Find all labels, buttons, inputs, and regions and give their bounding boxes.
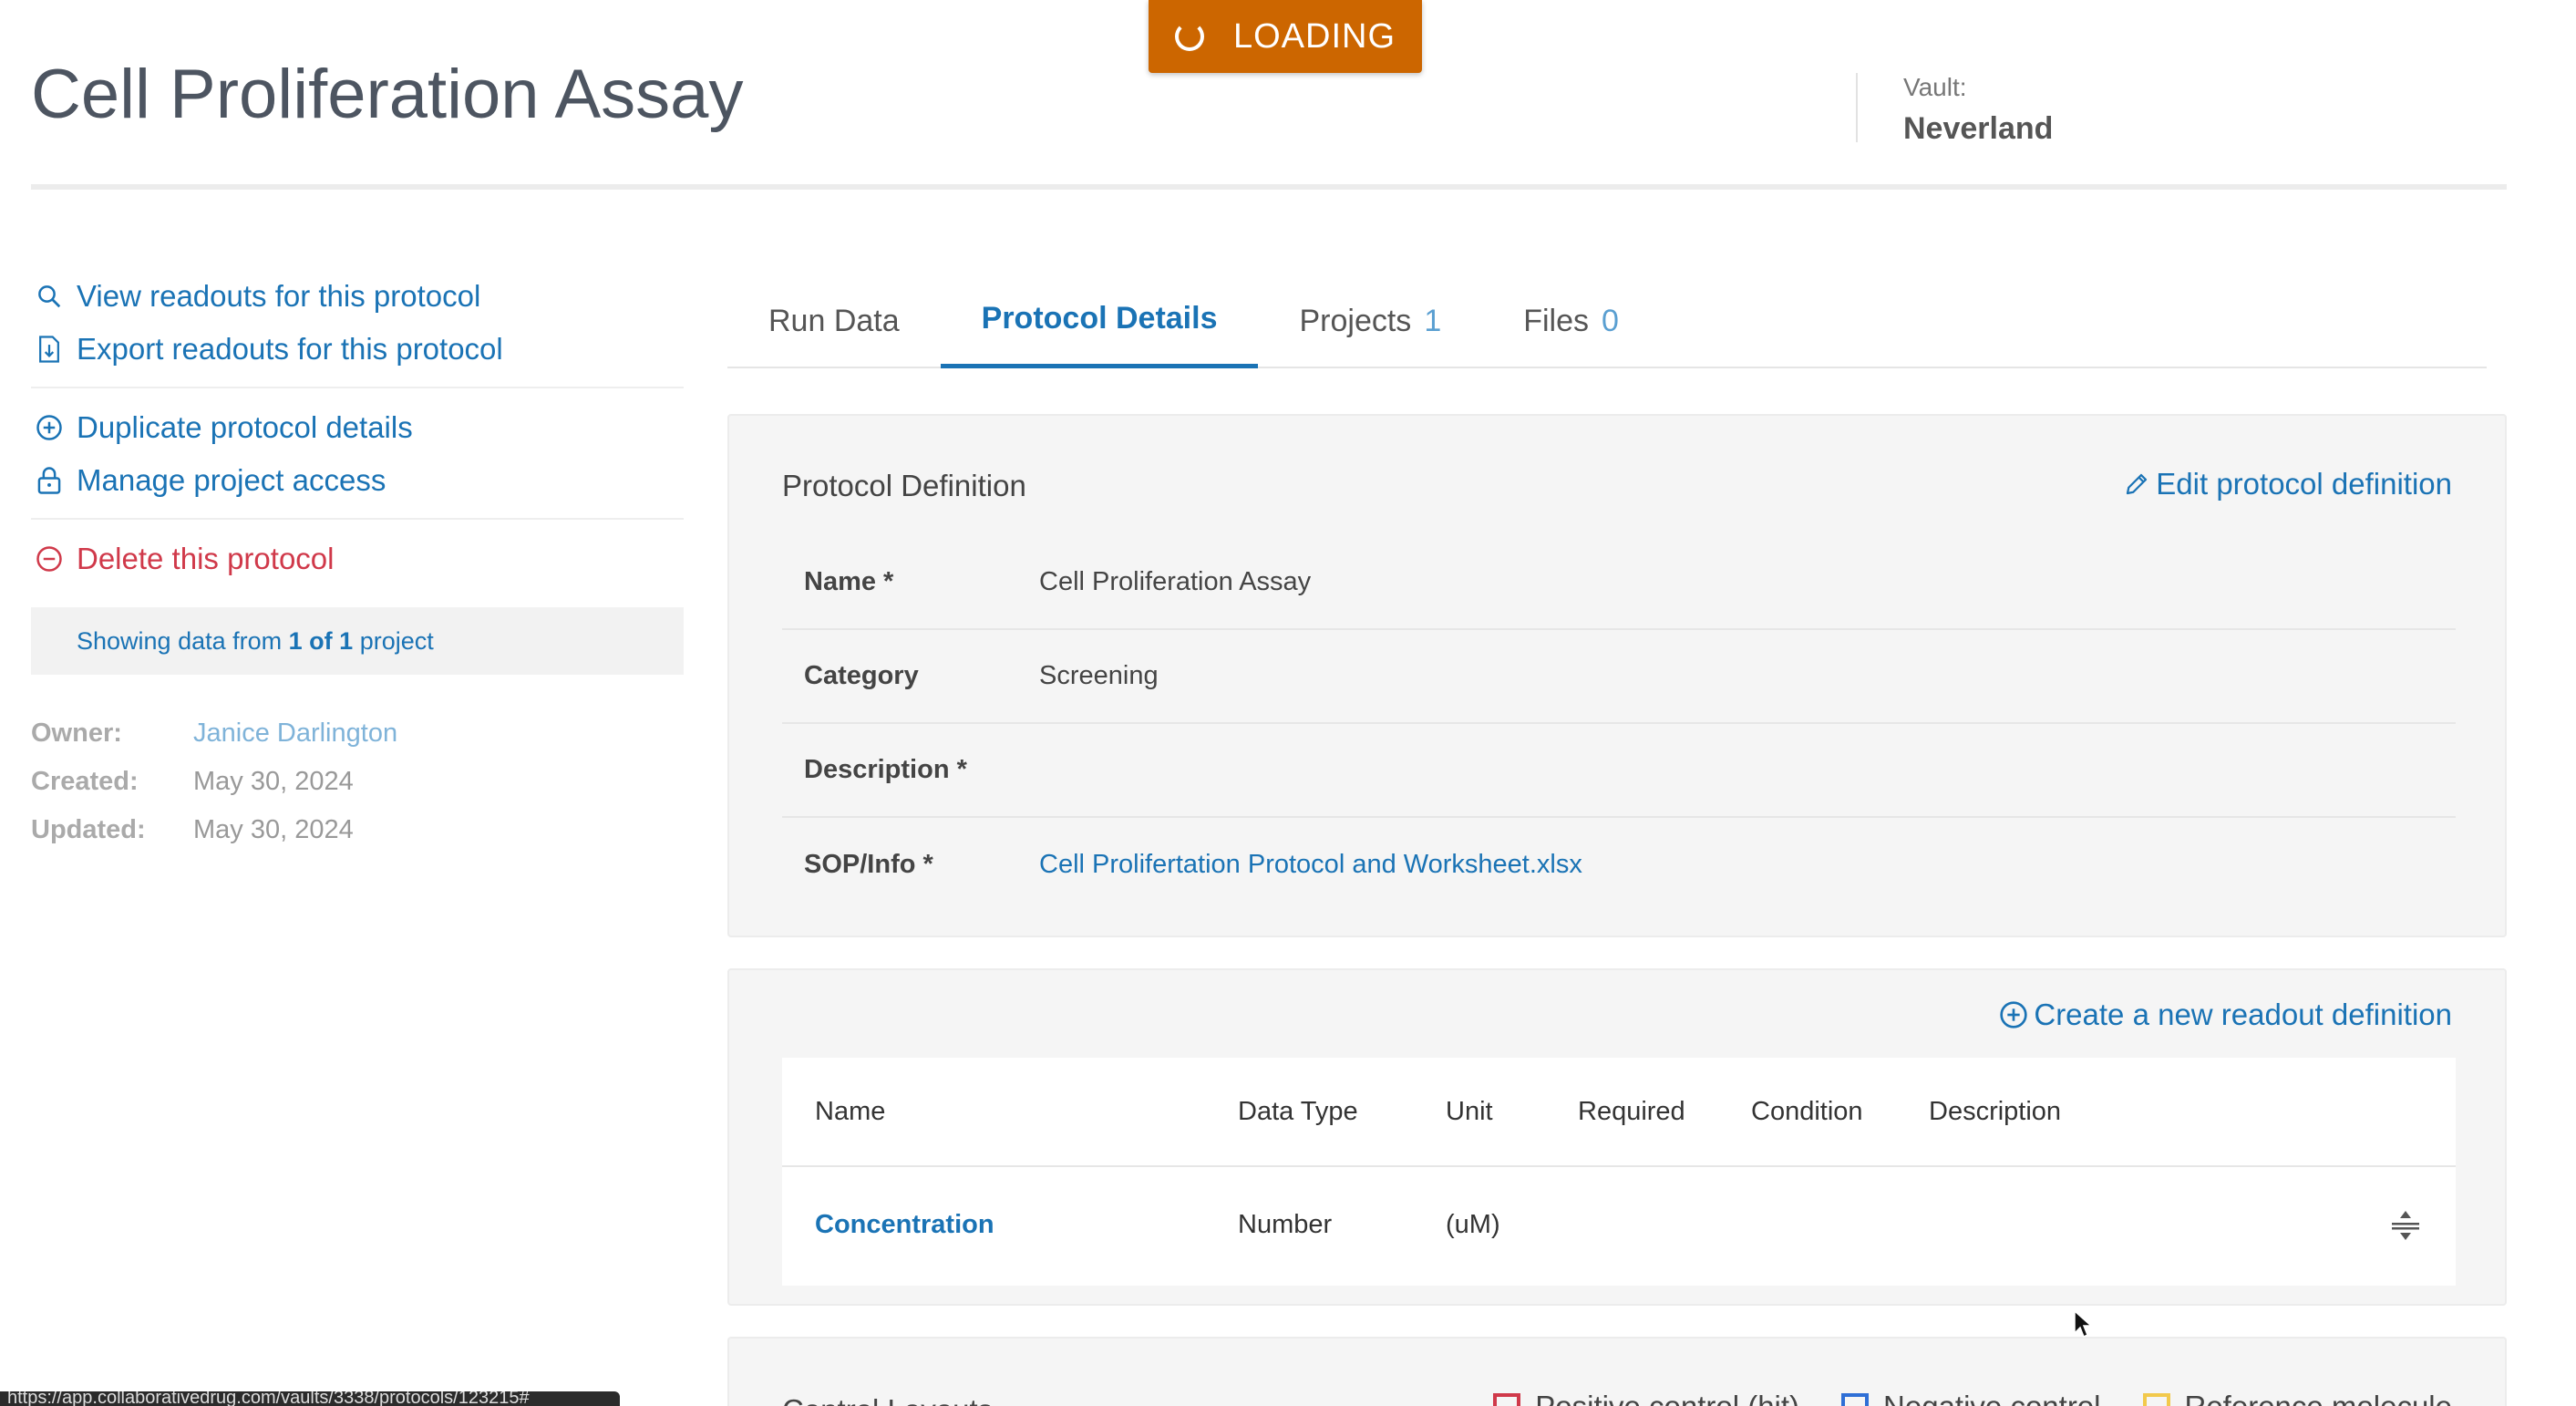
readout-unit: (uM) <box>1446 1209 1500 1239</box>
project-scope-notice[interactable]: Showing data from 1 of 1 project <box>31 607 684 675</box>
definition-row: Description * <box>782 724 2456 818</box>
drag-handle-icon[interactable] <box>2390 1209 2421 1242</box>
lock-icon <box>31 462 67 499</box>
legend-label: Reference molecule <box>2185 1390 2453 1406</box>
column-header: Description <box>1929 1096 2062 1126</box>
table-row: Concentration Number (uM) <box>782 1167 2456 1282</box>
protocol-tabs: Run Data Protocol Details Projects 1 Fil… <box>727 274 2487 368</box>
readout-definitions-table: Name Data Type Unit Required Condition D… <box>782 1058 2456 1286</box>
definition-row: Name * Cell Proliferation Assay <box>782 536 2456 630</box>
showing-suffix: project <box>359 626 434 655</box>
duplicate-protocol-label: Duplicate protocol details <box>77 410 413 444</box>
updated-row: Updated: May 30, 2024 <box>31 806 684 854</box>
loading-label: LOADING <box>1232 16 1396 56</box>
legend-positive-control: Positive control (hit) <box>1493 1390 1799 1406</box>
showing-prefix: Showing data from <box>77 626 283 655</box>
control-legend: Positive control (hit) Negative control … <box>1451 1390 2452 1406</box>
header-divider <box>31 184 2507 190</box>
control-layouts-panel: Control Layouts Positive control (hit) N… <box>727 1337 2507 1406</box>
create-readout-definition-label: Create a new readout definition <box>2034 998 2452 1031</box>
readout-name-link[interactable]: Concentration <box>782 1210 1238 1240</box>
legend-label: Positive control (hit) <box>1535 1390 1799 1406</box>
tab-files-label: Files <box>1523 303 1590 338</box>
owner-link[interactable]: Janice Darlington <box>193 719 397 749</box>
duplicate-protocol-link[interactable]: Duplicate protocol details <box>31 401 684 454</box>
protocol-meta: Owner: Janice Darlington Created: May 30… <box>31 709 684 854</box>
sop-file-link[interactable]: Cell Prolifertation Protocol and Workshe… <box>1039 850 1582 880</box>
created-label: Created: <box>31 767 139 796</box>
legend-label: Negative control <box>1883 1390 2100 1406</box>
definition-fields: Name * Cell Proliferation Assay Category… <box>782 536 2456 912</box>
tab-run-data[interactable]: Run Data <box>727 274 941 368</box>
field-label: Category <box>804 661 919 690</box>
manage-access-link[interactable]: Manage project access <box>31 454 684 507</box>
field-label: SOP/Info * <box>804 850 933 879</box>
control-layouts-title: Control Layouts <box>782 1393 993 1406</box>
search-icon <box>31 278 67 315</box>
owner-label: Owner: <box>31 719 122 748</box>
edit-protocol-definition-label: Edit protocol definition <box>2156 467 2452 501</box>
column-header: Data Type <box>1238 1096 1358 1126</box>
field-value: Cell Proliferation Assay <box>1039 567 1312 596</box>
column-header: Unit <box>1446 1096 1493 1126</box>
tab-protocol-details[interactable]: Protocol Details <box>940 274 1259 368</box>
definition-row: Category Screening <box>782 630 2456 724</box>
vault-info: Vault: Neverland <box>1856 73 2053 146</box>
created-value: May 30, 2024 <box>193 767 354 796</box>
tab-projects-label: Projects <box>1299 303 1412 338</box>
spinner-icon <box>1174 22 1204 51</box>
vault-name: Neverland <box>1903 111 2054 146</box>
link-status-bar: https://app.collaborativedrug.com/vaults… <box>0 1391 620 1406</box>
negative-control-swatch <box>1841 1393 1870 1406</box>
sidebar: View readouts for this protocol Export r… <box>31 270 684 854</box>
positive-control-swatch <box>1493 1393 1521 1406</box>
manage-access-label: Manage project access <box>77 463 386 497</box>
export-readouts-link[interactable]: Export readouts for this protocol <box>31 323 684 376</box>
plus-circle-icon <box>31 409 67 446</box>
tab-projects[interactable]: Projects 1 <box>1258 274 1482 368</box>
tab-run-data-label: Run Data <box>768 303 900 338</box>
definition-row: SOP/Info * Cell Prolifertation Protocol … <box>782 818 2456 912</box>
field-value: Screening <box>1039 661 1159 690</box>
vault-label: Vault: <box>1903 73 1967 101</box>
delete-protocol-label: Delete this protocol <box>77 542 335 575</box>
sidebar-divider <box>31 387 684 388</box>
loading-banner: LOADING <box>1149 0 1422 73</box>
tab-protocol-details-label: Protocol Details <box>981 301 1218 336</box>
delete-protocol-link[interactable]: Delete this protocol <box>31 532 684 585</box>
readout-data-type: Number <box>1238 1209 1333 1239</box>
updated-value: May 30, 2024 <box>193 815 354 844</box>
edit-protocol-definition-button[interactable]: Edit protocol definition <box>2123 467 2452 501</box>
table-header: Name Data Type Unit Required Condition D… <box>782 1058 2456 1167</box>
page-title: Cell Proliferation Assay <box>31 56 744 133</box>
protocol-definition-panel: Protocol Definition Edit protocol defini… <box>727 414 2507 937</box>
field-label: Name * <box>804 567 894 596</box>
create-readout-definition-button[interactable]: Create a new readout definition <box>1999 998 2452 1032</box>
view-readouts-label: View readouts for this protocol <box>77 279 481 313</box>
showing-count: 1 of 1 <box>288 626 354 655</box>
created-row: Created: May 30, 2024 <box>31 758 684 806</box>
pencil-icon <box>2123 470 2150 498</box>
legend-reference-molecule: Reference molecule <box>2142 1390 2453 1406</box>
tab-projects-count: 1 <box>1424 303 1442 338</box>
owner-row: Owner: Janice Darlington <box>31 709 684 758</box>
updated-label: Updated: <box>31 815 146 844</box>
column-header: Required <box>1578 1096 1685 1126</box>
mouse-cursor-icon <box>2074 1309 2093 1339</box>
readout-definitions-panel: Create a new readout definition Name Dat… <box>727 968 2507 1306</box>
minus-circle-icon <box>31 541 67 577</box>
column-header: Condition <box>1751 1096 1863 1126</box>
export-readouts-label: Export readouts for this protocol <box>77 332 503 366</box>
tab-files[interactable]: Files 0 <box>1482 274 1660 368</box>
sidebar-divider <box>31 518 684 520</box>
export-file-icon <box>31 331 67 367</box>
protocol-definition-title: Protocol Definition <box>782 469 1026 502</box>
plus-circle-icon <box>1999 1000 2028 1029</box>
field-label: Description * <box>804 755 967 784</box>
column-header: Name <box>815 1096 886 1126</box>
reference-molecule-swatch <box>2142 1393 2170 1406</box>
tab-files-count: 0 <box>1602 303 1619 338</box>
legend-negative-control: Negative control <box>1841 1390 2101 1406</box>
view-readouts-link[interactable]: View readouts for this protocol <box>31 270 684 323</box>
